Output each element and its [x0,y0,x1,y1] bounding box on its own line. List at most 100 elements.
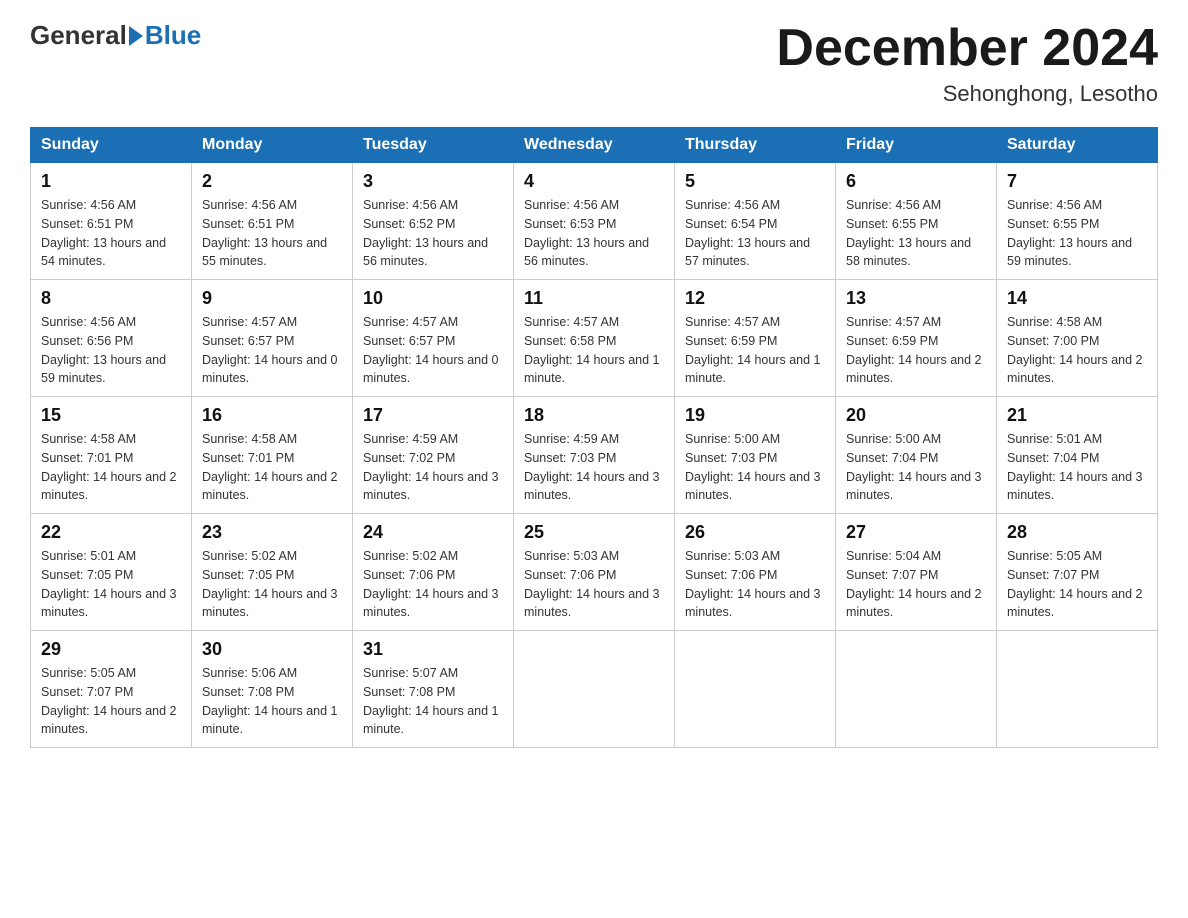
day-number: 14 [1007,288,1147,309]
calendar-cell: 9 Sunrise: 4:57 AMSunset: 6:57 PMDayligh… [192,280,353,397]
calendar-cell: 12 Sunrise: 4:57 AMSunset: 6:59 PMDaylig… [675,280,836,397]
day-info: Sunrise: 4:57 AMSunset: 6:59 PMDaylight:… [846,315,982,385]
calendar-header-row: SundayMondayTuesdayWednesdayThursdayFrid… [31,128,1158,163]
calendar-cell: 21 Sunrise: 5:01 AMSunset: 7:04 PMDaylig… [997,397,1158,514]
column-header-saturday: Saturday [997,128,1158,163]
calendar-cell: 7 Sunrise: 4:56 AMSunset: 6:55 PMDayligh… [997,163,1158,280]
column-header-monday: Monday [192,128,353,163]
calendar-cell [997,631,1158,748]
month-title: December 2024 [776,20,1158,77]
day-number: 27 [846,522,986,543]
day-number: 24 [363,522,503,543]
calendar-cell: 19 Sunrise: 5:00 AMSunset: 7:03 PMDaylig… [675,397,836,514]
calendar-cell: 25 Sunrise: 5:03 AMSunset: 7:06 PMDaylig… [514,514,675,631]
day-number: 18 [524,405,664,426]
day-info: Sunrise: 5:03 AMSunset: 7:06 PMDaylight:… [685,549,821,619]
day-info: Sunrise: 5:04 AMSunset: 7:07 PMDaylight:… [846,549,982,619]
day-number: 29 [41,639,181,660]
calendar-cell: 31 Sunrise: 5:07 AMSunset: 7:08 PMDaylig… [353,631,514,748]
calendar-week-5: 29 Sunrise: 5:05 AMSunset: 7:07 PMDaylig… [31,631,1158,748]
calendar-week-1: 1 Sunrise: 4:56 AMSunset: 6:51 PMDayligh… [31,163,1158,280]
calendar-cell: 30 Sunrise: 5:06 AMSunset: 7:08 PMDaylig… [192,631,353,748]
day-info: Sunrise: 4:59 AMSunset: 7:02 PMDaylight:… [363,432,499,502]
day-number: 6 [846,171,986,192]
calendar-cell: 16 Sunrise: 4:58 AMSunset: 7:01 PMDaylig… [192,397,353,514]
day-number: 5 [685,171,825,192]
day-number: 16 [202,405,342,426]
calendar-cell: 29 Sunrise: 5:05 AMSunset: 7:07 PMDaylig… [31,631,192,748]
column-header-tuesday: Tuesday [353,128,514,163]
logo-blue-text: Blue [145,20,201,51]
day-info: Sunrise: 5:03 AMSunset: 7:06 PMDaylight:… [524,549,660,619]
column-header-thursday: Thursday [675,128,836,163]
day-info: Sunrise: 4:56 AMSunset: 6:52 PMDaylight:… [363,198,488,268]
calendar-cell: 10 Sunrise: 4:57 AMSunset: 6:57 PMDaylig… [353,280,514,397]
calendar-cell: 11 Sunrise: 4:57 AMSunset: 6:58 PMDaylig… [514,280,675,397]
day-number: 23 [202,522,342,543]
day-info: Sunrise: 4:58 AMSunset: 7:00 PMDaylight:… [1007,315,1143,385]
calendar-cell: 1 Sunrise: 4:56 AMSunset: 6:51 PMDayligh… [31,163,192,280]
day-number: 15 [41,405,181,426]
day-number: 9 [202,288,342,309]
day-number: 17 [363,405,503,426]
day-number: 2 [202,171,342,192]
calendar-cell [675,631,836,748]
calendar-cell: 20 Sunrise: 5:00 AMSunset: 7:04 PMDaylig… [836,397,997,514]
column-header-friday: Friday [836,128,997,163]
day-info: Sunrise: 5:05 AMSunset: 7:07 PMDaylight:… [1007,549,1143,619]
calendar-cell: 26 Sunrise: 5:03 AMSunset: 7:06 PMDaylig… [675,514,836,631]
day-number: 28 [1007,522,1147,543]
column-header-sunday: Sunday [31,128,192,163]
calendar-cell: 8 Sunrise: 4:56 AMSunset: 6:56 PMDayligh… [31,280,192,397]
day-info: Sunrise: 4:57 AMSunset: 6:57 PMDaylight:… [202,315,338,385]
location-title: Sehonghong, Lesotho [776,81,1158,107]
day-info: Sunrise: 4:56 AMSunset: 6:53 PMDaylight:… [524,198,649,268]
calendar-cell: 13 Sunrise: 4:57 AMSunset: 6:59 PMDaylig… [836,280,997,397]
day-number: 10 [363,288,503,309]
day-info: Sunrise: 4:58 AMSunset: 7:01 PMDaylight:… [202,432,338,502]
day-number: 21 [1007,405,1147,426]
calendar-cell: 4 Sunrise: 4:56 AMSunset: 6:53 PMDayligh… [514,163,675,280]
page-header: General Blue December 2024 Sehonghong, L… [30,20,1158,107]
logo: General Blue [30,20,201,51]
day-number: 4 [524,171,664,192]
day-info: Sunrise: 4:58 AMSunset: 7:01 PMDaylight:… [41,432,177,502]
calendar-cell: 27 Sunrise: 5:04 AMSunset: 7:07 PMDaylig… [836,514,997,631]
day-info: Sunrise: 5:02 AMSunset: 7:06 PMDaylight:… [363,549,499,619]
calendar-cell: 23 Sunrise: 5:02 AMSunset: 7:05 PMDaylig… [192,514,353,631]
calendar-cell [514,631,675,748]
day-info: Sunrise: 5:00 AMSunset: 7:04 PMDaylight:… [846,432,982,502]
calendar-cell: 28 Sunrise: 5:05 AMSunset: 7:07 PMDaylig… [997,514,1158,631]
day-info: Sunrise: 5:01 AMSunset: 7:04 PMDaylight:… [1007,432,1143,502]
calendar-cell: 18 Sunrise: 4:59 AMSunset: 7:03 PMDaylig… [514,397,675,514]
day-info: Sunrise: 4:56 AMSunset: 6:51 PMDaylight:… [41,198,166,268]
day-number: 25 [524,522,664,543]
logo-general-text: General [30,20,127,51]
day-info: Sunrise: 4:59 AMSunset: 7:03 PMDaylight:… [524,432,660,502]
day-info: Sunrise: 4:56 AMSunset: 6:56 PMDaylight:… [41,315,166,385]
day-info: Sunrise: 5:05 AMSunset: 7:07 PMDaylight:… [41,666,177,736]
column-header-wednesday: Wednesday [514,128,675,163]
day-info: Sunrise: 5:02 AMSunset: 7:05 PMDaylight:… [202,549,338,619]
day-info: Sunrise: 4:56 AMSunset: 6:54 PMDaylight:… [685,198,810,268]
day-number: 26 [685,522,825,543]
day-number: 13 [846,288,986,309]
calendar-cell: 6 Sunrise: 4:56 AMSunset: 6:55 PMDayligh… [836,163,997,280]
calendar-week-4: 22 Sunrise: 5:01 AMSunset: 7:05 PMDaylig… [31,514,1158,631]
day-info: Sunrise: 4:57 AMSunset: 6:58 PMDaylight:… [524,315,660,385]
day-number: 19 [685,405,825,426]
day-info: Sunrise: 4:56 AMSunset: 6:55 PMDaylight:… [846,198,971,268]
day-number: 22 [41,522,181,543]
day-number: 12 [685,288,825,309]
calendar-cell [836,631,997,748]
calendar-cell: 15 Sunrise: 4:58 AMSunset: 7:01 PMDaylig… [31,397,192,514]
day-info: Sunrise: 4:57 AMSunset: 6:59 PMDaylight:… [685,315,821,385]
day-number: 1 [41,171,181,192]
day-info: Sunrise: 5:00 AMSunset: 7:03 PMDaylight:… [685,432,821,502]
title-block: December 2024 Sehonghong, Lesotho [776,20,1158,107]
day-info: Sunrise: 5:07 AMSunset: 7:08 PMDaylight:… [363,666,499,736]
day-info: Sunrise: 4:56 AMSunset: 6:51 PMDaylight:… [202,198,327,268]
day-number: 11 [524,288,664,309]
day-number: 8 [41,288,181,309]
calendar-cell: 5 Sunrise: 4:56 AMSunset: 6:54 PMDayligh… [675,163,836,280]
